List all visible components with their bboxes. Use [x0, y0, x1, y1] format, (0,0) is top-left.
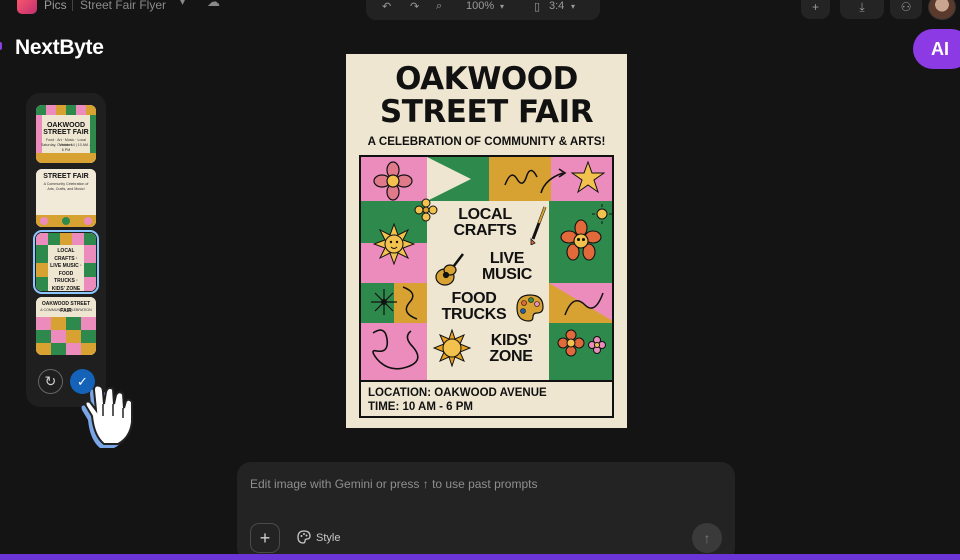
- file-name[interactable]: Street Fair Flyer: [80, 0, 166, 12]
- label-live: LIVE: [489, 250, 525, 267]
- chevron-down-icon[interactable]: ▾: [180, 0, 185, 8]
- divider: [72, 0, 73, 11]
- label-zone: ZONE: [489, 348, 533, 365]
- zoom-chevron-icon[interactable]: ▾: [500, 2, 504, 11]
- brand-watermark: NextByte: [15, 36, 104, 59]
- app-logo-icon[interactable]: [17, 0, 37, 14]
- label-music: MUSIC: [481, 266, 533, 283]
- label-local: LOCAL: [458, 206, 512, 223]
- flyer-canvas[interactable]: OAKWOOD STREET FAIR A CELEBRATION OF COM…: [346, 54, 627, 428]
- label-food: FOOD: [451, 290, 497, 307]
- top-bar: Pics Street Fair Flyer ▾ ☁ ↶ ↷ ⌕ 100% ▾ …: [0, 0, 960, 22]
- flower-icon: [373, 161, 413, 201]
- brand-mark: [0, 42, 2, 50]
- variation-thumbnail-1[interactable]: OAKWOOD STREET FAIR Food · Art · Music ·…: [36, 105, 96, 163]
- add-person-icon[interactable]: ⚇: [890, 0, 922, 19]
- redo-icon[interactable]: ↷: [410, 0, 419, 13]
- variation-thumbnail-4[interactable]: OAKWOOD STREET FAIR A COMMUNITY CELEBRAT…: [36, 297, 96, 355]
- download-icon[interactable]: ⤓: [840, 0, 884, 19]
- event-info-box: LOCATION: OAKWOOD AVENUE TIME: 10 AM - 6…: [359, 380, 614, 418]
- thumbnail-date: Saturday, October 14 | 10 AM – 6 PM: [40, 143, 91, 152]
- label-crafts: CRAFTS: [453, 222, 517, 239]
- variation-thumbnail-2[interactable]: STREET FAIR A Community Celebration of A…: [36, 169, 96, 227]
- swirl-icon: [564, 292, 604, 316]
- label-trucks: TRUCKS: [441, 306, 507, 323]
- variations-panel: OAKWOOD STREET FAIR Food · Art · Music ·…: [26, 93, 106, 407]
- poster-pattern-grid: LOCAL CRAFTS LIVE MUSIC FOOD TRUCKS KIDS…: [359, 155, 614, 383]
- variation-thumbnail-3[interactable]: LOCAL CRAFTS · LIVE MUSIC · FOOD TRUCKS …: [33, 230, 99, 294]
- cloud-icon[interactable]: ☁: [207, 0, 220, 10]
- app-name: Pics: [44, 0, 67, 12]
- palette-icon: [297, 530, 311, 544]
- refresh-icon[interactable]: ↻: [38, 369, 63, 394]
- flower-face-icon: [560, 219, 602, 261]
- paintbrush-icon: [530, 206, 547, 245]
- thumbnail-subtitle: A COMMUNITY CELEBRATION: [40, 308, 92, 312]
- style-label: Style: [316, 532, 341, 544]
- sun-icon: [433, 329, 471, 367]
- aspect-ratio-value[interactable]: 3:4: [549, 0, 564, 12]
- palette-art-icon: [516, 294, 544, 322]
- add-button[interactable]: +: [250, 523, 280, 553]
- avatar[interactable]: [928, 0, 956, 20]
- thumbnail-title: OAKWOOD STREET FAIR: [43, 122, 89, 136]
- thumbnail-subtitle: A Community Celebration of Arts, Crafts,…: [43, 182, 89, 191]
- plus-icon[interactable]: +: [801, 0, 830, 19]
- send-arrow-icon[interactable]: ↑: [692, 523, 722, 553]
- thumbnail-title: STREET FAIR: [43, 173, 89, 180]
- burst-icon: [371, 289, 397, 315]
- undo-icon[interactable]: ↶: [382, 0, 391, 13]
- arrow-icon: [540, 168, 567, 194]
- aspect-chevron-icon[interactable]: ▾: [571, 2, 575, 11]
- poster-tagline: A CELEBRATION OF COMMUNITY & ARTS!: [367, 135, 606, 148]
- zoom-level[interactable]: 100%: [466, 0, 494, 12]
- aspect-ratio-icon[interactable]: ▯: [534, 0, 540, 13]
- star-icon: [571, 161, 605, 194]
- poster-title-line2: STREET FAIR: [379, 94, 594, 130]
- hand-cursor-icon: [81, 384, 133, 448]
- guitar-icon: [435, 253, 464, 286]
- prompt-box[interactable]: Edit image with Gemini or press ↑ to use…: [237, 462, 735, 560]
- poster-title-line1: OAKWOOD: [395, 61, 578, 97]
- swirl-icon: [402, 286, 418, 320]
- flower-icon: [557, 329, 606, 357]
- bottom-accent-strip: [0, 554, 960, 560]
- style-button[interactable]: Style: [297, 530, 340, 544]
- label-kids: KIDS': [490, 332, 532, 349]
- sun-face-icon: [373, 223, 415, 265]
- ai-badge: AI: [913, 29, 960, 69]
- event-location: LOCATION: OAKWOOD AVENUE: [368, 387, 547, 399]
- squiggle-icon: [372, 329, 419, 370]
- prompt-input[interactable]: Edit image with Gemini or press ↑ to use…: [250, 477, 537, 491]
- event-time: TIME: 10 AM - 6 PM: [368, 401, 473, 413]
- toolbar: ↶ ↷ ⌕ 100% ▾ ▯ 3:4 ▾: [366, 0, 600, 20]
- zoom-icon[interactable]: ⌕: [436, 0, 442, 13]
- thumbnail-labels: LOCAL CRAFTS · LIVE MUSIC · FOOD TRUCKS …: [50, 248, 82, 291]
